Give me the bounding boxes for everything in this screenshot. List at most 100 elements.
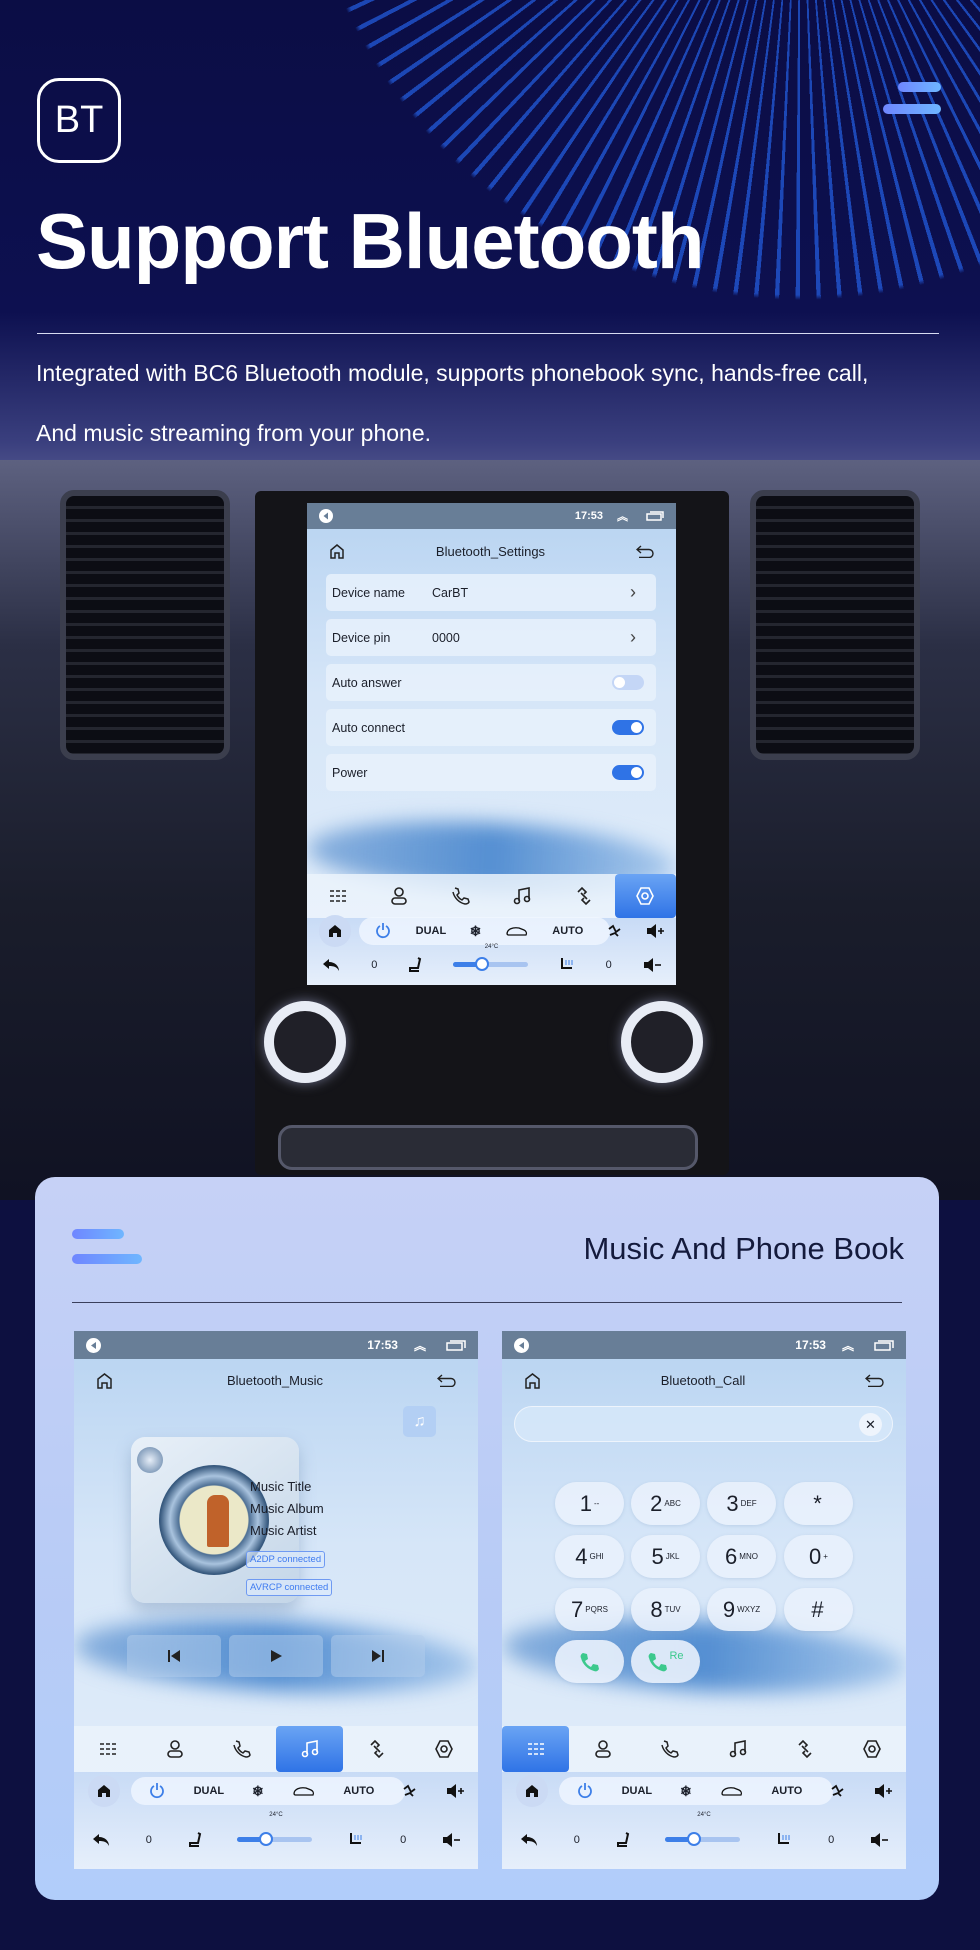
nav-tab-call-log[interactable]: [430, 874, 492, 918]
nav-tab-keypad[interactable]: [502, 1726, 570, 1772]
home-button[interactable]: [318, 915, 351, 948]
back-circle-icon[interactable]: [319, 509, 333, 523]
seat-icon[interactable]: [188, 1831, 202, 1848]
nav-tab-contacts[interactable]: [369, 874, 431, 918]
return-icon[interactable]: [865, 1373, 884, 1387]
back-arrow-icon[interactable]: [92, 1833, 110, 1847]
volume-down-icon[interactable]: [643, 957, 661, 973]
fan-speed-slider[interactable]: [665, 1832, 741, 1847]
seat-icon[interactable]: [408, 956, 422, 973]
nav-tab-music[interactable]: [492, 874, 554, 918]
description-line-2: And music streaming from your phone.: [36, 420, 432, 446]
fan-speed-slider[interactable]: [452, 957, 528, 972]
dial-key[interactable]: 3 DEF: [707, 1482, 776, 1525]
nav-tab-call-log[interactable]: [209, 1726, 276, 1772]
dial-key[interactable]: 7 PQRS: [555, 1588, 624, 1631]
dial-key[interactable]: 8 TUV: [631, 1588, 700, 1631]
dial-number-input[interactable]: ✕: [514, 1406, 893, 1442]
ac-snowflake-icon[interactable]: ❄: [470, 923, 482, 940]
home-icon[interactable]: [524, 1372, 541, 1389]
seat-heat-icon[interactable]: [776, 1832, 792, 1848]
nav-tab-music[interactable]: [275, 1726, 344, 1772]
back-circle-icon[interactable]: [514, 1337, 529, 1353]
airflow-icon[interactable]: [830, 1783, 846, 1799]
nav-tab-keypad[interactable]: [307, 874, 369, 918]
dial-key[interactable]: #: [784, 1588, 853, 1631]
nav-tab-keypad[interactable]: [74, 1726, 141, 1772]
seat-heat-icon[interactable]: [348, 1832, 364, 1848]
home-button[interactable]: [515, 1775, 548, 1808]
return-icon[interactable]: [635, 544, 654, 558]
nav-tab-music[interactable]: [704, 1726, 771, 1772]
seat-icon[interactable]: [616, 1831, 630, 1848]
dial-key[interactable]: 4 GHI: [555, 1535, 624, 1578]
window-icon[interactable]: [646, 511, 664, 521]
nav-tab-link[interactable]: [771, 1726, 838, 1772]
dial-key[interactable]: 5 JKL: [631, 1535, 700, 1578]
power-icon[interactable]: [374, 922, 392, 940]
music-source-button[interactable]: ♫: [403, 1406, 436, 1437]
return-icon[interactable]: [437, 1373, 456, 1387]
home-button[interactable]: [87, 1775, 120, 1808]
home-icon[interactable]: [96, 1372, 113, 1389]
volume-down-icon[interactable]: [442, 1832, 461, 1848]
volume-up-icon[interactable]: [646, 923, 665, 939]
recirculation-icon[interactable]: [505, 924, 529, 938]
air-vent-left: [60, 490, 230, 760]
volume-up-icon[interactable]: [446, 1783, 464, 1799]
call-button[interactable]: [555, 1640, 624, 1683]
ac-snowflake-icon[interactable]: ❄: [252, 1783, 264, 1800]
nav-tab-contacts[interactable]: [569, 1726, 636, 1772]
recirculation-icon[interactable]: [292, 1784, 316, 1798]
play-button[interactable]: [229, 1635, 323, 1677]
auto-button[interactable]: AUTO: [343, 1785, 374, 1797]
back-arrow-icon[interactable]: [322, 958, 340, 972]
next-track-button[interactable]: [331, 1635, 425, 1677]
power-icon[interactable]: [576, 1782, 594, 1800]
nav-tab-contacts[interactable]: [141, 1726, 208, 1772]
nav-tab-settings[interactable]: [614, 874, 676, 918]
auto-button[interactable]: AUTO: [771, 1785, 802, 1797]
window-icon[interactable]: [446, 1339, 466, 1351]
power-toggle[interactable]: [612, 765, 644, 780]
close-icon: ✕: [865, 1416, 876, 1432]
chevrons-up-icon[interactable]: ︽: [414, 1337, 426, 1354]
home-icon[interactable]: [329, 543, 345, 559]
fan-speed-slider[interactable]: [237, 1832, 313, 1847]
back-circle-icon[interactable]: [86, 1337, 101, 1353]
nav-tab-link[interactable]: [553, 874, 615, 918]
dual-button[interactable]: DUAL: [622, 1785, 653, 1797]
dual-button[interactable]: DUAL: [194, 1785, 225, 1797]
dial-key[interactable]: 1 --: [555, 1482, 624, 1525]
chevrons-up-icon[interactable]: ︽: [617, 508, 628, 524]
setting-device-pin[interactable]: Device pin 0000 ›: [326, 619, 656, 656]
dial-key[interactable]: 0 +: [784, 1535, 853, 1578]
ac-snowflake-icon[interactable]: ❄: [680, 1783, 692, 1800]
nav-tab-settings[interactable]: [411, 1726, 478, 1772]
dial-key[interactable]: *: [784, 1482, 853, 1525]
auto-connect-toggle[interactable]: [612, 720, 644, 735]
window-icon[interactable]: [874, 1339, 894, 1351]
airflow-icon[interactable]: [607, 923, 623, 939]
back-arrow-icon[interactable]: [520, 1833, 538, 1847]
redial-button[interactable]: Re: [631, 1640, 700, 1683]
recirculation-icon[interactable]: [720, 1784, 744, 1798]
auto-answer-toggle[interactable]: [612, 675, 644, 690]
volume-up-icon[interactable]: [874, 1783, 892, 1799]
volume-down-icon[interactable]: [870, 1832, 889, 1848]
nav-tab-call-log[interactable]: [637, 1726, 704, 1772]
dial-key[interactable]: 2 ABC: [631, 1482, 700, 1525]
chevrons-up-icon[interactable]: ︽: [842, 1337, 854, 1354]
setting-device-name[interactable]: Device name CarBT ›: [326, 574, 656, 611]
nav-tab-link[interactable]: [343, 1726, 410, 1772]
seat-heat-icon[interactable]: [559, 957, 575, 973]
airflow-icon[interactable]: [402, 1783, 418, 1799]
dial-key[interactable]: 9 WXYZ: [707, 1588, 776, 1631]
dial-key[interactable]: 6 MNO: [707, 1535, 776, 1578]
auto-button[interactable]: AUTO: [552, 925, 583, 937]
nav-tab-settings[interactable]: [839, 1726, 906, 1772]
clear-input-button[interactable]: ✕: [859, 1413, 882, 1436]
dual-button[interactable]: DUAL: [416, 925, 447, 937]
power-icon[interactable]: [148, 1782, 166, 1800]
previous-track-button[interactable]: [127, 1635, 221, 1677]
